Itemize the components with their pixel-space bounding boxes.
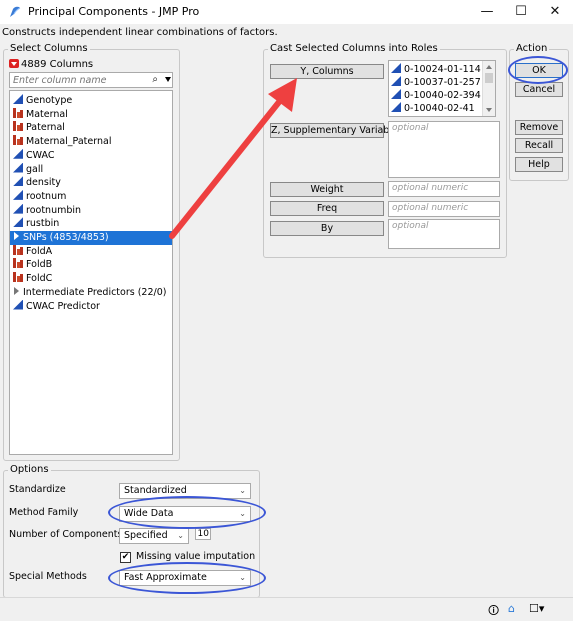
- annotation-overlay: [169, 78, 297, 239]
- red-arrow-shaft: [169, 89, 290, 239]
